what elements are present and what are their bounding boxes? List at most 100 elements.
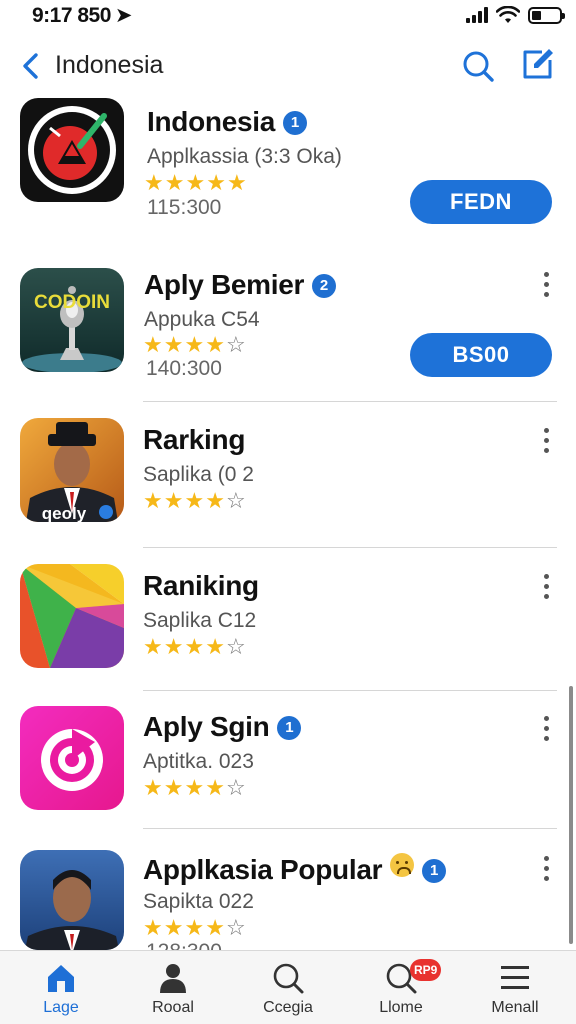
star-empty-icon: ☆ [225, 488, 247, 513]
page-title: Indonesia [55, 51, 164, 79]
app-name: Aply Sgin 1 [143, 711, 302, 743]
app-name: Raniking [143, 570, 259, 602]
app-icon-indonesia [20, 98, 124, 202]
star-rating: ★★★★☆ [143, 777, 247, 799]
app-icon-raniking [20, 564, 124, 668]
notification-badge: RP9 [410, 959, 442, 981]
tab-label: Rooal [152, 999, 194, 1016]
star-filled-icon: ★ [143, 634, 164, 659]
list-item[interactable]: Aply Sgin 1 Aptitka. 023 ★★★★☆ [0, 690, 576, 830]
search-icon [273, 963, 304, 994]
rating-count: 115:300 [147, 196, 222, 219]
cellular-signal-icon [466, 7, 488, 23]
more-options-icon[interactable] [536, 716, 556, 746]
tab-rooal[interactable]: Rooal [118, 951, 228, 1024]
app-name-text: Applkasia Popular [143, 854, 383, 885]
app-name: Rarking [143, 424, 245, 456]
notification-badge: 1 [277, 716, 302, 740]
star-empty-icon: ☆ [225, 915, 247, 940]
star-rating: ★★★★☆ [143, 917, 247, 939]
status-indicators [466, 4, 565, 26]
app-icon-applkasia-popular [20, 850, 124, 950]
list-item[interactable]: Raniking Saplika C12 ★★★★☆ [0, 548, 576, 691]
app-icon-aply-bemier: CODOIN [20, 268, 124, 372]
tab-bar: Lage Rooal Ccegia RP9 Llome Menall [0, 950, 576, 1024]
status-time: 9:17 850 ➤ [32, 3, 133, 28]
star-filled-icon: ★ [163, 488, 185, 513]
notification-badge: 1 [283, 111, 307, 135]
app-name-text: Aply Bemier [144, 269, 305, 300]
tab-menall[interactable]: Menall [460, 951, 570, 1024]
star-filled-icon: ★ [163, 332, 185, 357]
star-filled-icon: ★ [205, 775, 226, 800]
star-rating: ★★★★★ [144, 172, 248, 194]
star-filled-icon: ★ [143, 775, 164, 800]
scrollbar[interactable] [569, 686, 573, 944]
compose-icon[interactable] [520, 46, 556, 82]
app-name-text: Rarking [143, 424, 246, 455]
star-filled-icon: ★ [205, 332, 226, 357]
notification-badge: 2 [312, 274, 337, 298]
app-icon-text: qeoly [42, 504, 87, 522]
get-button[interactable]: FEDN [410, 180, 552, 224]
star-filled-icon: ★ [206, 170, 227, 195]
more-options-icon[interactable] [536, 272, 556, 302]
star-empty-icon: ☆ [225, 634, 247, 659]
list-item[interactable]: qeoly Rarking Saplika (0 2 ★★★★☆ [0, 402, 576, 548]
app-name: Applkasia Popular 1 [143, 853, 447, 886]
list-item[interactable]: CODOIN Aply Bemier 2 Appuka C54 ★★★★☆ 140… [0, 262, 576, 402]
star-empty-icon: ☆ [225, 775, 247, 800]
star-filled-icon: ★ [184, 332, 206, 357]
chevron-left-icon[interactable] [16, 50, 46, 82]
app-name-text: Aply Sgin [143, 711, 270, 742]
tab-label: Lage [43, 999, 79, 1016]
rating-count: 140:300 [146, 357, 222, 380]
star-filled-icon: ★ [143, 332, 164, 357]
more-options-icon[interactable] [536, 428, 556, 458]
tab-llome[interactable]: RP9 Llome [346, 951, 456, 1024]
star-filled-icon: ★ [205, 634, 226, 659]
tab-label: Menall [491, 999, 539, 1016]
app-icon-text: CODOIN [34, 292, 110, 313]
star-filled-icon: ★ [143, 915, 164, 940]
more-options-icon[interactable] [536, 574, 556, 604]
get-button[interactable]: BS00 [410, 333, 552, 377]
location-arrow-icon: ➤ [114, 4, 133, 27]
notification-badge: 1 [422, 859, 447, 883]
star-filled-icon: ★ [226, 170, 248, 195]
list-item[interactable]: Indonesia 1 Applkassia (3:3 Oka) ★★★★★ 11… [0, 92, 576, 232]
app-subtitle: Saplika C12 [143, 609, 257, 632]
star-filled-icon: ★ [144, 170, 165, 195]
star-filled-icon: ★ [205, 915, 226, 940]
star-filled-icon: ★ [205, 488, 226, 513]
app-subtitle: Saplika (0 2 [143, 463, 254, 486]
star-filled-icon: ★ [184, 915, 206, 940]
divider [143, 828, 557, 829]
app-subtitle: Aptitka. 023 [143, 750, 254, 773]
star-filled-icon: ★ [163, 915, 185, 940]
star-filled-icon: ★ [163, 775, 185, 800]
tab-label: Ccegia [263, 999, 313, 1016]
app-name-text: Indonesia [147, 106, 275, 137]
star-filled-icon: ★ [184, 634, 206, 659]
app-name: Aply Bemier 2 [144, 269, 337, 301]
app-icon-rarking: qeoly [20, 418, 124, 522]
star-empty-icon: ☆ [225, 332, 247, 357]
app-name-text: Raniking [143, 570, 259, 601]
star-filled-icon: ★ [143, 488, 164, 513]
star-filled-icon: ★ [185, 170, 207, 195]
app-icon-aply-sgin [20, 706, 124, 810]
person-icon [160, 964, 186, 993]
search-icon[interactable] [460, 48, 496, 84]
star-rating: ★★★★☆ [143, 636, 247, 658]
tab-ccegia[interactable]: Ccegia [233, 951, 343, 1024]
tab-home[interactable]: Lage [6, 951, 116, 1024]
status-bar: 9:17 850 ➤ [0, 0, 576, 30]
menu-icon [501, 966, 529, 989]
home-icon [48, 965, 74, 992]
status-time-text: 9:17 850 [32, 4, 111, 27]
app-subtitle: Sapikta 022 [143, 890, 254, 913]
more-options-icon[interactable] [536, 856, 556, 886]
face-emoji-icon [390, 853, 415, 877]
navigation-bar: Indonesia [0, 40, 576, 92]
